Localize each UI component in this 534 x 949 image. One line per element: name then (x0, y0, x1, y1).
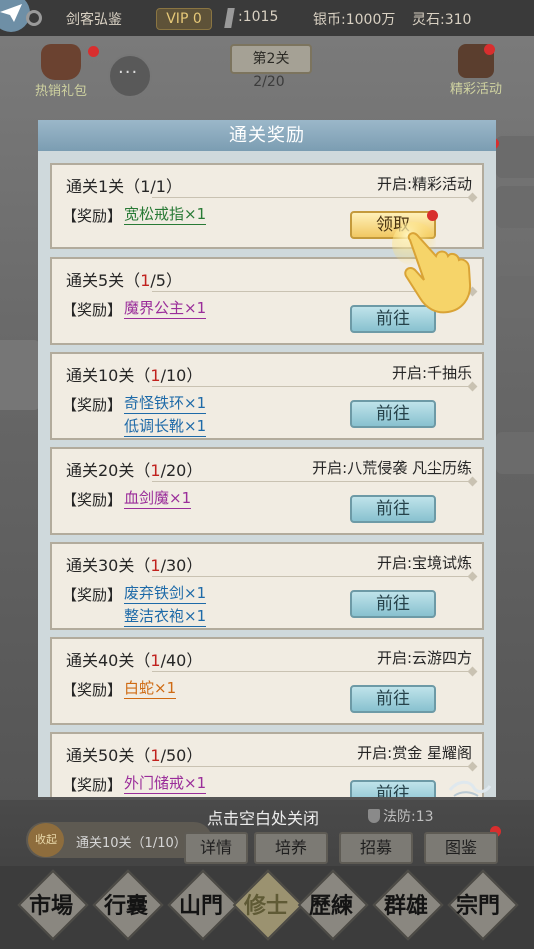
magic-defense-value: 法防:13 (383, 809, 434, 825)
reward-label: 【奖励】 (62, 586, 123, 604)
nav-gate[interactable]: 山門 (171, 888, 231, 920)
card-title: 通关1关（1/1） (66, 177, 182, 196)
card-title: 通关10关（1/10） (66, 366, 203, 385)
side-panel-button[interactable] (496, 186, 534, 228)
cloud-ornament-icon (448, 780, 492, 797)
tab-codex[interactable]: 图鉴 (424, 832, 498, 864)
side-panel-button[interactable] (496, 432, 534, 474)
card-current: 1 (150, 746, 161, 765)
spirit-stone-value: 灵石:310 (412, 12, 472, 28)
divider (152, 576, 474, 577)
reward-item[interactable]: 魔界公主×1 (124, 299, 207, 319)
reward-card: 通关50关（1/50） 开启:赏金 星耀阁 【奖励】 外门储戒×1 前往 (50, 732, 484, 797)
card-current: 1 (150, 366, 161, 385)
reward-item[interactable]: 外门储戒×1 (124, 774, 207, 794)
side-panel-button[interactable] (496, 136, 534, 178)
vip-badge[interactable]: VIP 0 (156, 8, 212, 30)
hot-gift-pack-button[interactable]: 热销礼包 (26, 44, 96, 99)
card-unlock: 开启:赏金 星耀阁 (357, 744, 472, 762)
card-unlock: 开启:精彩活动 (376, 175, 472, 193)
card-title: 通关5关（1/5） (66, 271, 182, 290)
reward-item[interactable]: 白蛇×1 (124, 679, 177, 699)
events-button[interactable]: 精彩活动 (446, 44, 506, 98)
card-title: 通关20关（1/20） (66, 461, 203, 480)
reward-card: 通关30关（1/30） 开启:宝境试炼 【奖励】 废弃铁剑×1 整洁衣袍×1 前… (50, 542, 484, 630)
collapse-seal-button[interactable]: 收起 (28, 823, 64, 857)
reward-label: 【奖励】 (62, 301, 123, 319)
reward-item[interactable]: 血剑魔×1 (124, 489, 192, 509)
card-current: 1 (150, 556, 161, 575)
magic-defense-stat: 法防:13 (368, 806, 434, 826)
chat-icon[interactable] (108, 54, 152, 98)
stage-progress: 2/20 (253, 74, 285, 90)
card-current: 1 (150, 651, 161, 670)
reward-label: 【奖励】 (62, 776, 123, 794)
silver-value: 银币:1000万 (313, 12, 396, 28)
card-current: 1 (140, 271, 151, 290)
stage-name: 第2关 (230, 44, 312, 74)
side-panel-button[interactable] (496, 276, 534, 318)
nav-bag[interactable]: 行囊 (96, 888, 156, 920)
reward-item[interactable]: 整洁衣袍×1 (124, 607, 207, 627)
card-unlock: 开启:宝境试炼 (376, 554, 472, 572)
notification-dot (427, 210, 438, 221)
nav-training[interactable]: 歷練 (301, 888, 361, 920)
go-button[interactable]: 前往 (350, 590, 436, 618)
reward-label: 【奖励】 (62, 491, 123, 509)
game-title: 剑客弘鉴 (66, 12, 122, 28)
reward-item[interactable]: 奇怪铁环×1 (124, 394, 207, 414)
nav-heroes[interactable]: 群雄 (376, 888, 436, 920)
gear-icon[interactable] (26, 10, 42, 26)
shield-icon (368, 809, 380, 823)
close-hint[interactable]: 点击空白处关闭 (207, 805, 319, 829)
go-button[interactable]: 前往 (350, 780, 436, 797)
reward-item[interactable]: 低调长靴×1 (124, 417, 207, 437)
top-resource-bar: 剑客弘鉴 :1015 银币:1000万 灵石:310 (0, 0, 534, 36)
tab-details[interactable]: 详情 (184, 832, 248, 864)
card-unlock: 开启:八荒侵袭 凡尘历练 (312, 459, 472, 477)
go-button[interactable]: 前往 (350, 685, 436, 713)
divider (152, 481, 474, 482)
go-button[interactable]: 前往 (350, 495, 436, 523)
gift-bag-icon (41, 44, 81, 80)
card-current: 1 (140, 177, 151, 196)
nav-market[interactable]: 市場 (21, 888, 81, 920)
card-title: 通关40关（1/40） (66, 651, 203, 670)
card-current: 1 (150, 461, 161, 480)
events-label: 精彩活动 (449, 82, 502, 97)
divider (152, 766, 474, 767)
nav-sect[interactable]: 宗門 (448, 888, 508, 920)
tab-cultivate[interactable]: 培养 (254, 832, 328, 864)
reward-card: 通关10关（1/10） 开启:千抽乐 【奖励】 奇怪铁环×1 低调长靴×1 前往 (50, 352, 484, 440)
pointing-hand-icon (392, 222, 472, 314)
reward-card: 通关20关（1/20） 开启:八荒侵袭 凡尘历练 【奖励】 血剑魔×1 前往 (50, 447, 484, 535)
tab-recruit[interactable]: 招募 (339, 832, 413, 864)
go-button[interactable]: 前往 (350, 400, 436, 428)
nav-cultivator[interactable]: 修士 (236, 888, 296, 920)
divider (152, 197, 474, 198)
card-title: 通关50关（1/50） (66, 746, 203, 765)
card-unlock: 开启:千抽乐 (391, 364, 472, 382)
card-unlock: 开启:云游四方 (376, 649, 472, 667)
reward-label: 【奖励】 (62, 396, 123, 414)
notification-dot (484, 44, 495, 55)
divider (152, 671, 474, 672)
reward-item[interactable]: 废弃铁剑×1 (124, 584, 207, 604)
energy-value: :1015 (238, 9, 279, 25)
reward-label: 【奖励】 (62, 207, 123, 225)
card-title: 通关30关（1/30） (66, 556, 203, 575)
reward-item[interactable]: 宽松戒指×1 (124, 205, 207, 225)
notification-dot (88, 46, 99, 57)
quest-text[interactable]: 通关10关（1/10） (76, 832, 187, 851)
hot-gift-pack-label: 热销礼包 (34, 84, 87, 99)
side-panel-button[interactable] (0, 340, 40, 410)
dialog-title: 通关奖励 (38, 120, 496, 151)
reward-label: 【奖励】 (62, 681, 123, 699)
reward-card: 通关40关（1/40） 开启:云游四方 【奖励】 白蛇×1 前往 (50, 637, 484, 725)
divider (152, 386, 474, 387)
